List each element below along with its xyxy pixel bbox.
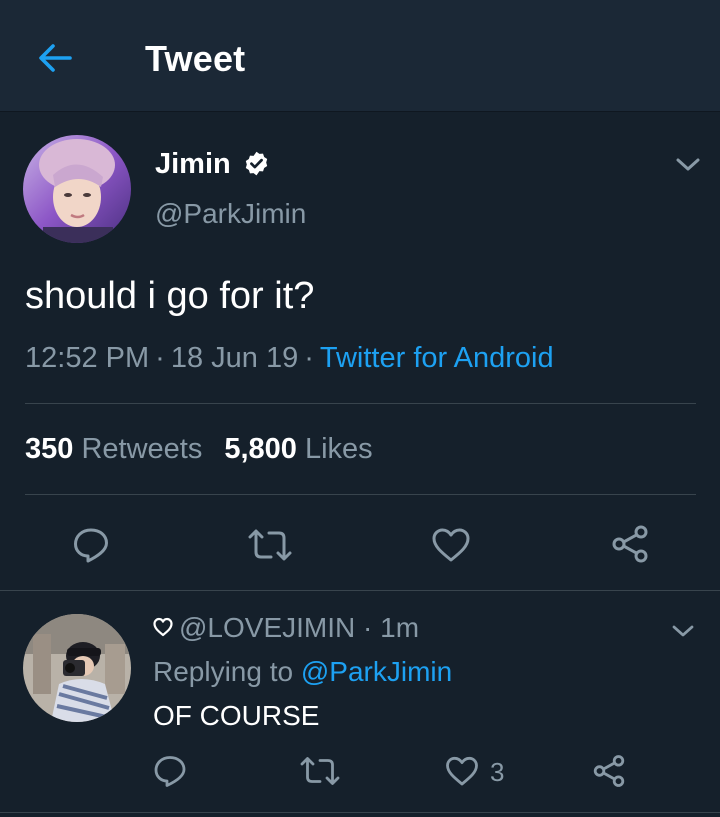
- heart-outline-icon: [153, 617, 173, 637]
- reply-icon[interactable]: [72, 526, 110, 564]
- back-button[interactable]: [34, 36, 78, 80]
- replying-to-label: Replying to: [153, 656, 294, 687]
- author-display-name[interactable]: Jimin: [155, 148, 231, 181]
- divider: [25, 403, 696, 404]
- page-title: Tweet: [145, 38, 246, 79]
- tweet-source-link[interactable]: Twitter for Android: [320, 342, 554, 374]
- divider: [0, 812, 720, 813]
- retweets-label: Retweets: [81, 433, 203, 465]
- reply-text: OF COURSE: [153, 700, 320, 731]
- divider: [0, 590, 720, 591]
- retweets-stat[interactable]: 350 Retweets: [25, 433, 202, 465]
- reply-author-avatar[interactable]: [23, 614, 131, 722]
- share-icon[interactable]: [592, 754, 626, 788]
- reply-icon[interactable]: [153, 754, 187, 788]
- author-handle[interactable]: @ParkJimin: [155, 198, 306, 230]
- likes-count: 5,800: [224, 433, 297, 465]
- retweets-count: 350: [25, 433, 74, 465]
- divider: [25, 494, 696, 495]
- tweet-detail-screen: Tweet Jimin @ParkJimin should i go for i…: [0, 0, 720, 817]
- chevron-down-icon[interactable]: [674, 155, 702, 175]
- retweet-icon[interactable]: [246, 526, 294, 564]
- like-icon[interactable]: [431, 526, 471, 564]
- replying-to-mention[interactable]: @ParkJimin: [301, 656, 452, 687]
- retweet-icon[interactable]: [299, 755, 341, 787]
- tweet-stats: 350 Retweets 5,800 Likes: [25, 433, 373, 466]
- replying-to: Replying to @ParkJimin: [153, 656, 452, 688]
- arrow-left-icon: [39, 44, 72, 72]
- verified-badge-icon: [245, 151, 268, 176]
- meta-separator: ·: [304, 342, 314, 374]
- author-avatar[interactable]: [23, 135, 131, 243]
- likes-stat[interactable]: 5,800 Likes: [224, 433, 372, 465]
- likes-label: Likes: [304, 433, 373, 465]
- chevron-down-icon[interactable]: [670, 622, 696, 640]
- top-app-bar: Tweet: [0, 0, 720, 112]
- reply-author-handle[interactable]: @LOVEJIMIN: [179, 612, 355, 643]
- reply-header: @LOVEJIMIN · 1m: [153, 612, 419, 644]
- tweet-date: 18 Jun 19: [170, 342, 299, 374]
- tweet-time: 12:52 PM: [25, 342, 150, 374]
- reply-time: 1m: [380, 612, 420, 643]
- tweet-text: should i go for it?: [25, 275, 315, 317]
- tweet-meta: 12:52 PM · 18 Jun 19 · Twitter for Android: [25, 342, 554, 375]
- meta-separator: ·: [155, 342, 165, 374]
- reply-like-count: 3: [490, 757, 505, 787]
- share-icon[interactable]: [610, 524, 650, 564]
- like-icon[interactable]: [445, 755, 479, 787]
- reply-separator: ·: [363, 612, 373, 643]
